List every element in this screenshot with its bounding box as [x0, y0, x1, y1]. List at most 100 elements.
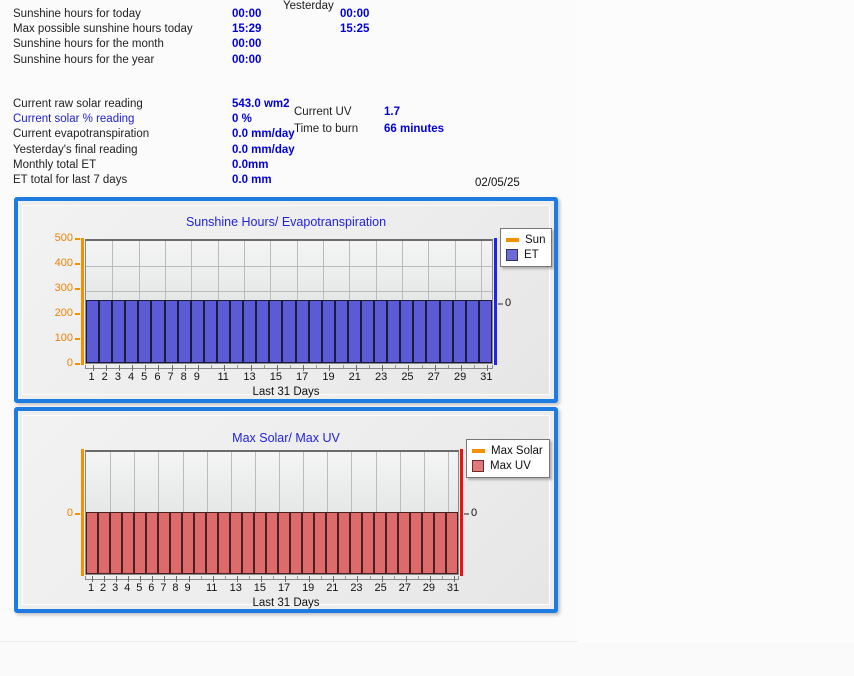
bar	[230, 512, 242, 574]
bar	[138, 300, 152, 363]
legend-item-label: ET	[524, 248, 539, 261]
sunshine-row-today-value: 15:29	[232, 23, 262, 36]
bar	[334, 300, 348, 363]
chart-panel-maxsolar-maxuv: Max Solar/ Max UV 0 0 1 2 3 4 5 6 7 8 9 11 13 15 17 19 2…	[14, 407, 558, 613]
bar	[452, 300, 466, 363]
bar	[134, 512, 146, 574]
x-axis-tick-label: 19	[302, 582, 315, 594]
x-axis-tick-label: 25	[374, 582, 387, 594]
bar	[218, 512, 230, 574]
y-axis-tick-mark	[75, 513, 80, 515]
x-axis-tick-mark	[418, 576, 419, 579]
bar	[190, 300, 204, 363]
bar	[194, 512, 206, 574]
x-axis-tick-mark	[345, 576, 346, 579]
x-axis-tick-mark	[237, 365, 238, 368]
bar	[164, 300, 178, 363]
bar	[282, 300, 296, 363]
bar	[400, 300, 414, 363]
axis-left	[81, 238, 84, 365]
bar	[122, 512, 134, 574]
y-axis-tick-mark	[75, 338, 80, 340]
x-axis-tick-mark	[225, 576, 226, 579]
legend-item[interactable]: Sun	[506, 232, 545, 247]
solar-row-value: 0.0 mm/day	[232, 128, 295, 141]
chart-panel-inner: Sunshine Hours/ Evapotranspiration 0 100 2…	[22, 205, 553, 398]
y-axis-tick-label: 0	[66, 357, 73, 369]
bar	[182, 512, 194, 574]
x-axis-tick-label: 7	[160, 582, 167, 594]
x-axis-tick-label: 8	[180, 371, 187, 383]
uv-row-label: Current UV	[294, 106, 352, 118]
bar	[350, 512, 362, 574]
x-axis-tick-label: 31	[480, 371, 493, 383]
bar	[422, 512, 434, 574]
x-axis-tick-mark	[321, 576, 322, 579]
x-axis-title: Last 31 Days	[252, 386, 320, 398]
x-axis-tick-mark	[370, 576, 371, 579]
bar	[410, 512, 422, 574]
bar	[99, 300, 113, 363]
solar-row-label: Current evapotranspiration	[13, 128, 150, 141]
legend-item[interactable]: Max Solar	[472, 443, 543, 458]
x-axis-tick-mark	[297, 576, 298, 579]
bar	[203, 300, 217, 363]
bar	[374, 300, 388, 363]
bar	[478, 300, 492, 363]
bar	[426, 300, 440, 363]
bar	[266, 512, 278, 574]
bar	[374, 512, 386, 574]
bar	[86, 300, 100, 363]
legend-item[interactable]: Max UV	[472, 458, 543, 473]
bar	[446, 512, 458, 574]
bar	[465, 300, 479, 363]
bar	[269, 300, 283, 363]
bar	[216, 300, 231, 363]
x-axis-tick-label: 5	[136, 582, 143, 594]
legend-item[interactable]: ET	[506, 247, 545, 262]
sunshine-row-label: Sunshine hours for the year	[13, 53, 155, 66]
bar	[158, 512, 170, 574]
x-axis-tick-label: 29	[453, 371, 467, 383]
bar	[434, 512, 446, 574]
chart-legend[interactable]: Sun ET	[500, 228, 553, 267]
legend-box-swatch-icon	[472, 459, 484, 472]
y2-axis-tick-mark	[464, 513, 469, 515]
x-axis-tick-label: 8	[172, 582, 179, 594]
chart-legend[interactable]: Max Solar Max UV	[466, 439, 550, 478]
solar-row-value: 0 %	[232, 113, 252, 126]
x-axis-tick-label: 1	[88, 371, 95, 383]
y-axis-tick-label: 100	[54, 332, 73, 344]
x-axis-tick-mark	[395, 365, 396, 368]
x-axis-tick-label: 13	[243, 371, 256, 383]
bar	[86, 512, 98, 574]
x-axis-tick-label: 17	[296, 371, 309, 383]
sunshine-row-today-value: 00:00	[232, 53, 262, 66]
x-axis-tick-label: 13	[229, 582, 242, 594]
y2-axis-tick-mark	[498, 303, 503, 305]
bar	[398, 512, 410, 574]
bar	[242, 512, 254, 574]
legend-box-swatch-icon	[506, 248, 518, 261]
bar	[230, 300, 244, 363]
solar-row-value: 0.0 mm	[232, 174, 272, 186]
bar	[295, 300, 309, 363]
y-axis-tick-label: 0	[66, 507, 73, 519]
solar-row-label-link[interactable]: Current solar % reading	[13, 113, 134, 125]
y-axis-tick-mark	[75, 263, 80, 265]
x-axis-tick-label: 23	[375, 371, 388, 383]
x-axis-tick-mark	[273, 576, 274, 579]
bar	[254, 512, 266, 574]
chart-panel-inner: Max Solar/ Max UV 0 0 1 2 3 4 5 6 7 8 9 11 13 15 17 19 2…	[22, 415, 550, 609]
y-axis-tick-mark	[75, 288, 80, 290]
x-axis-ruler	[85, 365, 493, 371]
bar	[362, 512, 374, 574]
bar	[360, 300, 375, 363]
bar	[146, 512, 158, 574]
x-axis-tick-label: 3	[112, 582, 119, 594]
solar-row-label: ET total for last 7 days	[13, 174, 128, 186]
y-axis-tick-mark	[75, 313, 80, 315]
sunshine-row-label: Sunshine hours for the month	[13, 38, 164, 51]
x-axis-tick-label: 9	[184, 582, 191, 594]
bar	[386, 512, 398, 574]
